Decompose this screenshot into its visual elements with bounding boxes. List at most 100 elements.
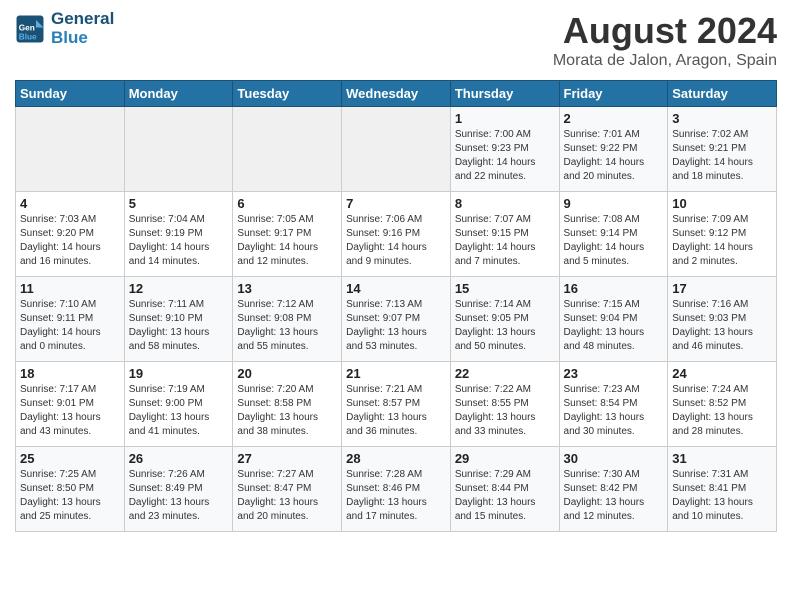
weekday-sunday: Sunday bbox=[16, 81, 125, 107]
day-number: 7 bbox=[346, 196, 446, 211]
calendar-cell: 1Sunrise: 7:00 AM Sunset: 9:23 PM Daylig… bbox=[450, 107, 559, 192]
day-info: Sunrise: 7:19 AM Sunset: 9:00 PM Dayligh… bbox=[129, 383, 229, 439]
day-info: Sunrise: 7:20 AM Sunset: 8:58 PM Dayligh… bbox=[237, 383, 337, 439]
day-info: Sunrise: 7:31 AM Sunset: 8:41 PM Dayligh… bbox=[672, 468, 772, 524]
day-info: Sunrise: 7:06 AM Sunset: 9:16 PM Dayligh… bbox=[346, 213, 446, 269]
week-row-1: 1Sunrise: 7:00 AM Sunset: 9:23 PM Daylig… bbox=[16, 107, 777, 192]
day-number: 17 bbox=[672, 281, 772, 296]
day-number: 12 bbox=[129, 281, 229, 296]
calendar-subtitle: Morata de Jalon, Aragon, Spain bbox=[553, 52, 777, 70]
day-number: 13 bbox=[237, 281, 337, 296]
weekday-thursday: Thursday bbox=[450, 81, 559, 107]
calendar-cell: 9 Sunrise: 7:08 AM Sunset: 9:14 PM Daylig… bbox=[559, 192, 668, 277]
calendar-cell: 16 Sunrise: 7:15 AM Sunset: 9:04 PM Dayli… bbox=[559, 277, 668, 362]
day-info: Sunrise: 7:29 AM Sunset: 8:44 PM Dayligh… bbox=[455, 468, 555, 524]
calendar-cell: 28Sunrise: 7:28 AM Sunset: 8:46 PM Dayli… bbox=[342, 447, 451, 532]
day-number: 28 bbox=[346, 451, 446, 466]
day-number: 26 bbox=[129, 451, 229, 466]
calendar-cell: 17 Sunrise: 7:16 AM Sunset: 9:03 PM Dayli… bbox=[668, 277, 777, 362]
title-block: August 2024 Morata de Jalon, Aragon, Spa… bbox=[553, 10, 777, 70]
day-number: 31 bbox=[672, 451, 772, 466]
day-info: Sunrise: 7:24 AM Sunset: 8:52 PM Dayligh… bbox=[672, 383, 772, 439]
day-number: 14 bbox=[346, 281, 446, 296]
day-info: Sunrise: 7:05 AM Sunset: 9:17 PM Dayligh… bbox=[237, 213, 337, 269]
day-info: Sunrise: 7:17 AM Sunset: 9:01 PM Dayligh… bbox=[20, 383, 120, 439]
calendar-cell: 10 Sunrise: 7:09 AM Sunset: 9:12 PM Dayli… bbox=[668, 192, 777, 277]
day-number: 8 bbox=[455, 196, 555, 211]
day-info: Sunrise: 7:15 AM Sunset: 9:04 PM Dayligh… bbox=[564, 298, 664, 354]
day-number: 27 bbox=[237, 451, 337, 466]
day-number: 19 bbox=[129, 366, 229, 381]
calendar-cell: 30Sunrise: 7:30 AM Sunset: 8:42 PM Dayli… bbox=[559, 447, 668, 532]
svg-text:Gen: Gen bbox=[19, 23, 35, 32]
day-info: Sunrise: 7:08 AM Sunset: 9:14 PM Dayligh… bbox=[564, 213, 664, 269]
day-info: Sunrise: 7:10 AM Sunset: 9:11 PM Dayligh… bbox=[20, 298, 120, 354]
logo: Gen Blue General Blue bbox=[15, 10, 114, 47]
calendar-cell: 12Sunrise: 7:11 AM Sunset: 9:10 PM Dayli… bbox=[124, 277, 233, 362]
logo-line1: General bbox=[51, 10, 114, 29]
week-row-4: 18 Sunrise: 7:17 AM Sunset: 9:01 PM Dayli… bbox=[16, 362, 777, 447]
day-info: Sunrise: 7:14 AM Sunset: 9:05 PM Dayligh… bbox=[455, 298, 555, 354]
day-info: Sunrise: 7:16 AM Sunset: 9:03 PM Dayligh… bbox=[672, 298, 772, 354]
day-number: 6 bbox=[237, 196, 337, 211]
calendar-cell bbox=[342, 107, 451, 192]
calendar-cell: 15 Sunrise: 7:14 AM Sunset: 9:05 PM Dayli… bbox=[450, 277, 559, 362]
day-info: Sunrise: 7:30 AM Sunset: 8:42 PM Dayligh… bbox=[564, 468, 664, 524]
weekday-tuesday: Tuesday bbox=[233, 81, 342, 107]
calendar-cell: 14 Sunrise: 7:13 AM Sunset: 9:07 PM Dayli… bbox=[342, 277, 451, 362]
calendar-cell: 22Sunrise: 7:22 AM Sunset: 8:55 PM Dayli… bbox=[450, 362, 559, 447]
calendar-cell: 7 Sunrise: 7:06 AM Sunset: 9:16 PM Daylig… bbox=[342, 192, 451, 277]
day-number: 15 bbox=[455, 281, 555, 296]
weekday-header-row: SundayMondayTuesdayWednesdayThursdayFrid… bbox=[16, 81, 777, 107]
day-number: 5 bbox=[129, 196, 229, 211]
calendar-cell: 4Sunrise: 7:03 AM Sunset: 9:20 PM Daylig… bbox=[16, 192, 125, 277]
calendar-cell: 31 Sunrise: 7:31 AM Sunset: 8:41 PM Dayli… bbox=[668, 447, 777, 532]
calendar-table: SundayMondayTuesdayWednesdayThursdayFrid… bbox=[15, 80, 777, 532]
day-info: Sunrise: 7:25 AM Sunset: 8:50 PM Dayligh… bbox=[20, 468, 120, 524]
calendar-title: August 2024 bbox=[553, 10, 777, 52]
day-number: 16 bbox=[564, 281, 664, 296]
day-info: Sunrise: 7:21 AM Sunset: 8:57 PM Dayligh… bbox=[346, 383, 446, 439]
weekday-friday: Friday bbox=[559, 81, 668, 107]
day-info: Sunrise: 7:26 AM Sunset: 8:49 PM Dayligh… bbox=[129, 468, 229, 524]
day-info: Sunrise: 7:12 AM Sunset: 9:08 PM Dayligh… bbox=[237, 298, 337, 354]
day-info: Sunrise: 7:22 AM Sunset: 8:55 PM Dayligh… bbox=[455, 383, 555, 439]
page-header: Gen Blue General Blue August 2024 Morata… bbox=[15, 10, 777, 70]
calendar-cell bbox=[16, 107, 125, 192]
calendar-cell bbox=[124, 107, 233, 192]
calendar-cell: 23Sunrise: 7:23 AM Sunset: 8:54 PM Dayli… bbox=[559, 362, 668, 447]
day-number: 11 bbox=[20, 281, 120, 296]
calendar-cell: 2Sunrise: 7:01 AM Sunset: 9:22 PM Daylig… bbox=[559, 107, 668, 192]
day-info: Sunrise: 7:01 AM Sunset: 9:22 PM Dayligh… bbox=[564, 128, 664, 184]
calendar-cell: 29 Sunrise: 7:29 AM Sunset: 8:44 PM Dayli… bbox=[450, 447, 559, 532]
logo-icon: Gen Blue bbox=[15, 14, 45, 44]
calendar-cell: 6 Sunrise: 7:05 AM Sunset: 9:17 PM Daylig… bbox=[233, 192, 342, 277]
day-info: Sunrise: 7:13 AM Sunset: 9:07 PM Dayligh… bbox=[346, 298, 446, 354]
day-number: 18 bbox=[20, 366, 120, 381]
day-number: 3 bbox=[672, 111, 772, 126]
day-number: 1 bbox=[455, 111, 555, 126]
calendar-cell: 24 Sunrise: 7:24 AM Sunset: 8:52 PM Dayli… bbox=[668, 362, 777, 447]
week-row-3: 11 Sunrise: 7:10 AM Sunset: 9:11 PM Dayli… bbox=[16, 277, 777, 362]
day-number: 29 bbox=[455, 451, 555, 466]
week-row-5: 25 Sunrise: 7:25 AM Sunset: 8:50 PM Dayli… bbox=[16, 447, 777, 532]
svg-text:Blue: Blue bbox=[19, 32, 37, 41]
logo-line2: Blue bbox=[51, 29, 114, 48]
calendar-cell: 18 Sunrise: 7:17 AM Sunset: 9:01 PM Dayli… bbox=[16, 362, 125, 447]
day-number: 10 bbox=[672, 196, 772, 211]
day-info: Sunrise: 7:04 AM Sunset: 9:19 PM Dayligh… bbox=[129, 213, 229, 269]
day-number: 9 bbox=[564, 196, 664, 211]
weekday-monday: Monday bbox=[124, 81, 233, 107]
day-number: 23 bbox=[564, 366, 664, 381]
day-info: Sunrise: 7:02 AM Sunset: 9:21 PM Dayligh… bbox=[672, 128, 772, 184]
calendar-cell: 21Sunrise: 7:21 AM Sunset: 8:57 PM Dayli… bbox=[342, 362, 451, 447]
day-number: 25 bbox=[20, 451, 120, 466]
day-info: Sunrise: 7:07 AM Sunset: 9:15 PM Dayligh… bbox=[455, 213, 555, 269]
calendar-cell: 27Sunrise: 7:27 AM Sunset: 8:47 PM Dayli… bbox=[233, 447, 342, 532]
weekday-saturday: Saturday bbox=[668, 81, 777, 107]
calendar-cell: 8 Sunrise: 7:07 AM Sunset: 9:15 PM Daylig… bbox=[450, 192, 559, 277]
day-info: Sunrise: 7:03 AM Sunset: 9:20 PM Dayligh… bbox=[20, 213, 120, 269]
day-number: 24 bbox=[672, 366, 772, 381]
day-info: Sunrise: 7:09 AM Sunset: 9:12 PM Dayligh… bbox=[672, 213, 772, 269]
week-row-2: 4Sunrise: 7:03 AM Sunset: 9:20 PM Daylig… bbox=[16, 192, 777, 277]
